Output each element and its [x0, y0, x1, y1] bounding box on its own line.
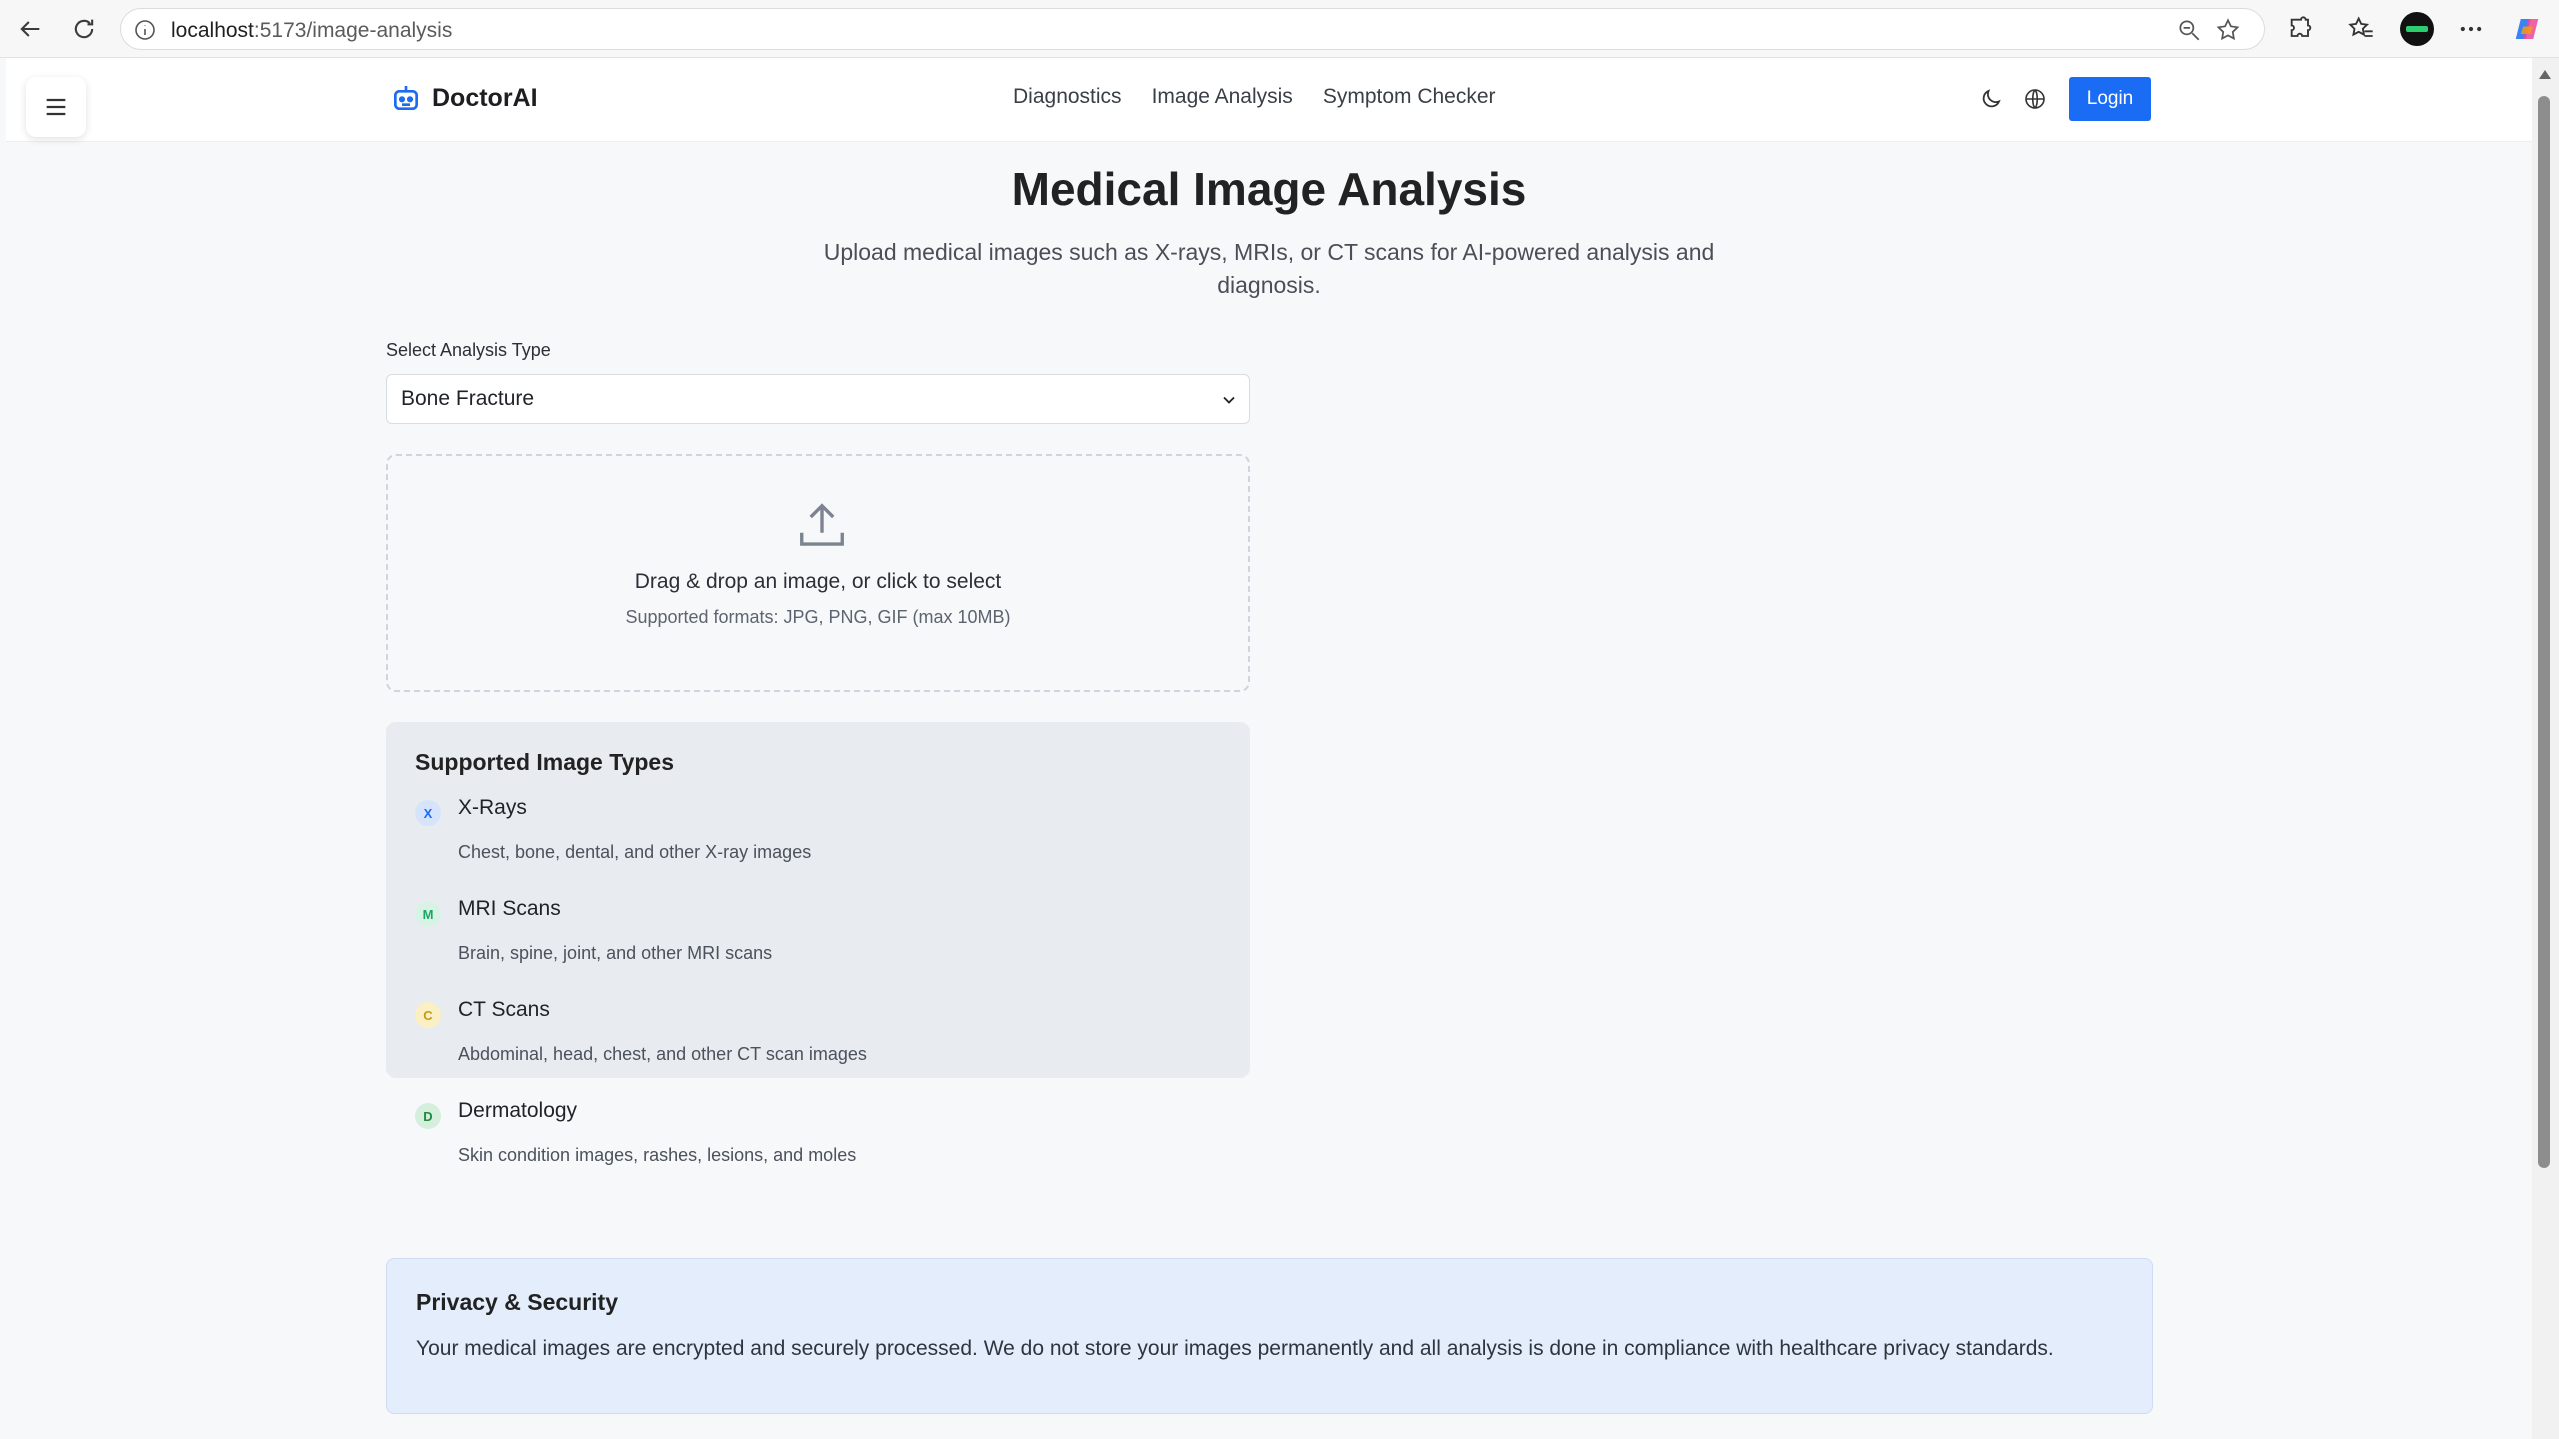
- url-text[interactable]: localhost:5173/image-analysis: [171, 19, 452, 43]
- zoom-icon[interactable]: [2176, 17, 2202, 43]
- address-bar[interactable]: localhost:5173/image-analysis: [120, 8, 2265, 50]
- favorite-star-icon[interactable]: [2215, 17, 2241, 43]
- hamburger-menu-button[interactable]: [26, 77, 86, 137]
- dermatology-badge-icon: D: [415, 1103, 441, 1129]
- info-icon[interactable]: [133, 18, 157, 42]
- privacy-notice: Privacy & Security Your medical images a…: [386, 1258, 2153, 1414]
- more-menu-icon[interactable]: [2455, 13, 2487, 45]
- browser-toolbar: localhost:5173/image-analysis: [0, 0, 2559, 58]
- analysis-type-select[interactable]: Bone Fracture: [386, 374, 1250, 424]
- privacy-text: Your medical images are encrypted and se…: [416, 1337, 2054, 1360]
- refresh-icon[interactable]: [64, 9, 104, 49]
- mri-badge-icon: M: [415, 901, 441, 927]
- dropzone-title: Drag & drop an image, or click to select: [634, 570, 1002, 593]
- page-scrollbar[interactable]: [2532, 58, 2559, 1439]
- type-name: CT Scans: [458, 998, 550, 1021]
- page-title: Medical Image Analysis: [1011, 163, 1527, 215]
- robot-icon: [394, 86, 418, 110]
- nav-symptom-checker[interactable]: Symptom Checker: [1323, 85, 1496, 109]
- menu-icon: [46, 98, 66, 116]
- dark-mode-toggle[interactable]: [1976, 84, 2006, 114]
- page-subtitle: Upload medical images such as X-rays, MR…: [823, 239, 1715, 298]
- favorites-icon[interactable]: [2345, 13, 2377, 45]
- globe-icon: [2025, 89, 2045, 109]
- scroll-thumb[interactable]: [2538, 96, 2550, 1168]
- dropzone-formats: Supported formats: JPG, PNG, GIF (max 10…: [625, 607, 1011, 627]
- main-nav: Diagnostics Image Analysis Symptom Check…: [1013, 85, 1496, 109]
- brand-name: DoctorAI: [432, 83, 538, 112]
- back-icon[interactable]: [10, 9, 50, 49]
- type-name: Dermatology: [458, 1099, 578, 1122]
- app-header: DoctorAI Diagnostics Image Analysis Symp…: [6, 58, 2532, 142]
- xray-badge-icon: X: [415, 800, 441, 826]
- url-path: :5173/image-analysis: [253, 19, 453, 42]
- supported-types-panel: Supported Image Types X X-Rays Chest, bo…: [386, 722, 1250, 1078]
- copilot-icon[interactable]: [2511, 13, 2543, 45]
- type-desc: Chest, bone, dental, and other X-ray ima…: [458, 842, 812, 862]
- nav-diagnostics[interactable]: Diagnostics: [1013, 85, 1122, 109]
- login-button[interactable]: Login: [2069, 77, 2151, 121]
- analysis-type-label: Select Analysis Type: [386, 340, 551, 360]
- profile-avatar[interactable]: [2400, 12, 2434, 46]
- type-desc: Skin condition images, rashes, lesions, …: [458, 1145, 857, 1165]
- image-dropzone[interactable]: Drag & drop an image, or click to select…: [386, 454, 1250, 692]
- upload-icon: [800, 503, 844, 546]
- language-button[interactable]: [2020, 84, 2050, 114]
- analysis-type-value: Bone Fracture: [401, 387, 535, 410]
- page: DoctorAI Diagnostics Image Analysis Symp…: [6, 58, 2532, 1439]
- type-desc: Brain, spine, joint, and other MRI scans: [458, 943, 773, 963]
- type-name: X-Rays: [458, 796, 527, 819]
- nav-image-analysis[interactable]: Image Analysis: [1152, 85, 1293, 109]
- type-desc: Abdominal, head, chest, and other CT sca…: [458, 1044, 867, 1064]
- ct-badge-icon: C: [415, 1002, 441, 1028]
- supported-types-heading: Supported Image Types: [415, 749, 675, 775]
- scroll-up-arrow-icon[interactable]: [2539, 70, 2551, 79]
- privacy-heading: Privacy & Security: [416, 1289, 619, 1315]
- type-name: MRI Scans: [458, 897, 561, 920]
- chevron-down-icon: [1223, 396, 1235, 404]
- moon-icon: [1982, 89, 2001, 108]
- url-host: localhost: [171, 19, 254, 42]
- brand-logo[interactable]: DoctorAI: [390, 82, 538, 114]
- extensions-icon[interactable]: [2285, 13, 2317, 45]
